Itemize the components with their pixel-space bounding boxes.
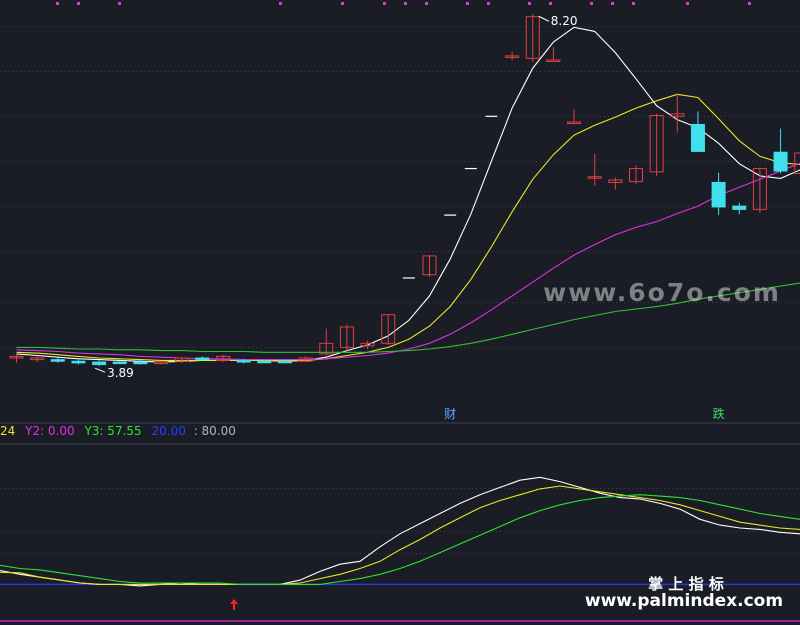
indicator-legend: 24 Y2: 0.00 Y3: 57.55 20.00 : 80.00 — [0, 424, 236, 438]
legend-item-y2: Y2: 0.00 — [24, 424, 75, 438]
watermark-top: www.6o7o.com — [543, 278, 781, 307]
legend-item-3: 20.00 — [152, 424, 186, 438]
candle-body — [50, 359, 65, 362]
low-price-label: 3.89 — [107, 366, 134, 380]
watermark-bottom-url: www.palmindex.com — [585, 591, 783, 611]
candle-body — [711, 181, 726, 208]
top-dot-2 — [118, 2, 121, 5]
high-price-label: 8.20 — [551, 14, 578, 28]
top-dot-0 — [56, 2, 59, 5]
event-marker-cai: 财 — [444, 407, 456, 421]
top-dot-8 — [466, 2, 469, 5]
legend-item-4: : 80.00 — [194, 424, 236, 438]
candle-body — [71, 360, 86, 364]
candle-body — [236, 359, 251, 363]
top-dot-4 — [341, 2, 344, 5]
candle-body — [257, 360, 272, 364]
top-dot-7 — [425, 2, 428, 5]
candle-body — [133, 361, 148, 365]
top-dot-14 — [632, 2, 635, 5]
candle-body — [112, 361, 127, 365]
top-dot-3 — [279, 2, 282, 5]
top-dot-10 — [528, 2, 531, 5]
stock-chart: 8.20 3.89 财 跌 www.6o7o.com 24 Y2: 0.00 Y… — [0, 0, 800, 625]
top-dot-1 — [77, 2, 80, 5]
top-dot-13 — [611, 2, 614, 5]
candle-body — [732, 205, 747, 210]
legend-item-0: 24 — [0, 424, 15, 438]
top-dot-12 — [590, 2, 593, 5]
top-dot-9 — [487, 2, 490, 5]
candle-body — [277, 360, 292, 364]
top-dot-5 — [383, 2, 386, 5]
candle-body — [92, 361, 107, 366]
top-dot-11 — [549, 2, 552, 5]
candle-body — [195, 357, 210, 361]
event-marker-die: 跌 — [713, 406, 725, 421]
top-dot-16 — [748, 2, 751, 5]
top-dot-6 — [404, 2, 407, 5]
legend-item-y3: Y3: 57.55 — [83, 424, 141, 438]
candle-body — [773, 151, 788, 172]
candle-body — [690, 123, 705, 152]
top-dot-15 — [686, 2, 689, 5]
